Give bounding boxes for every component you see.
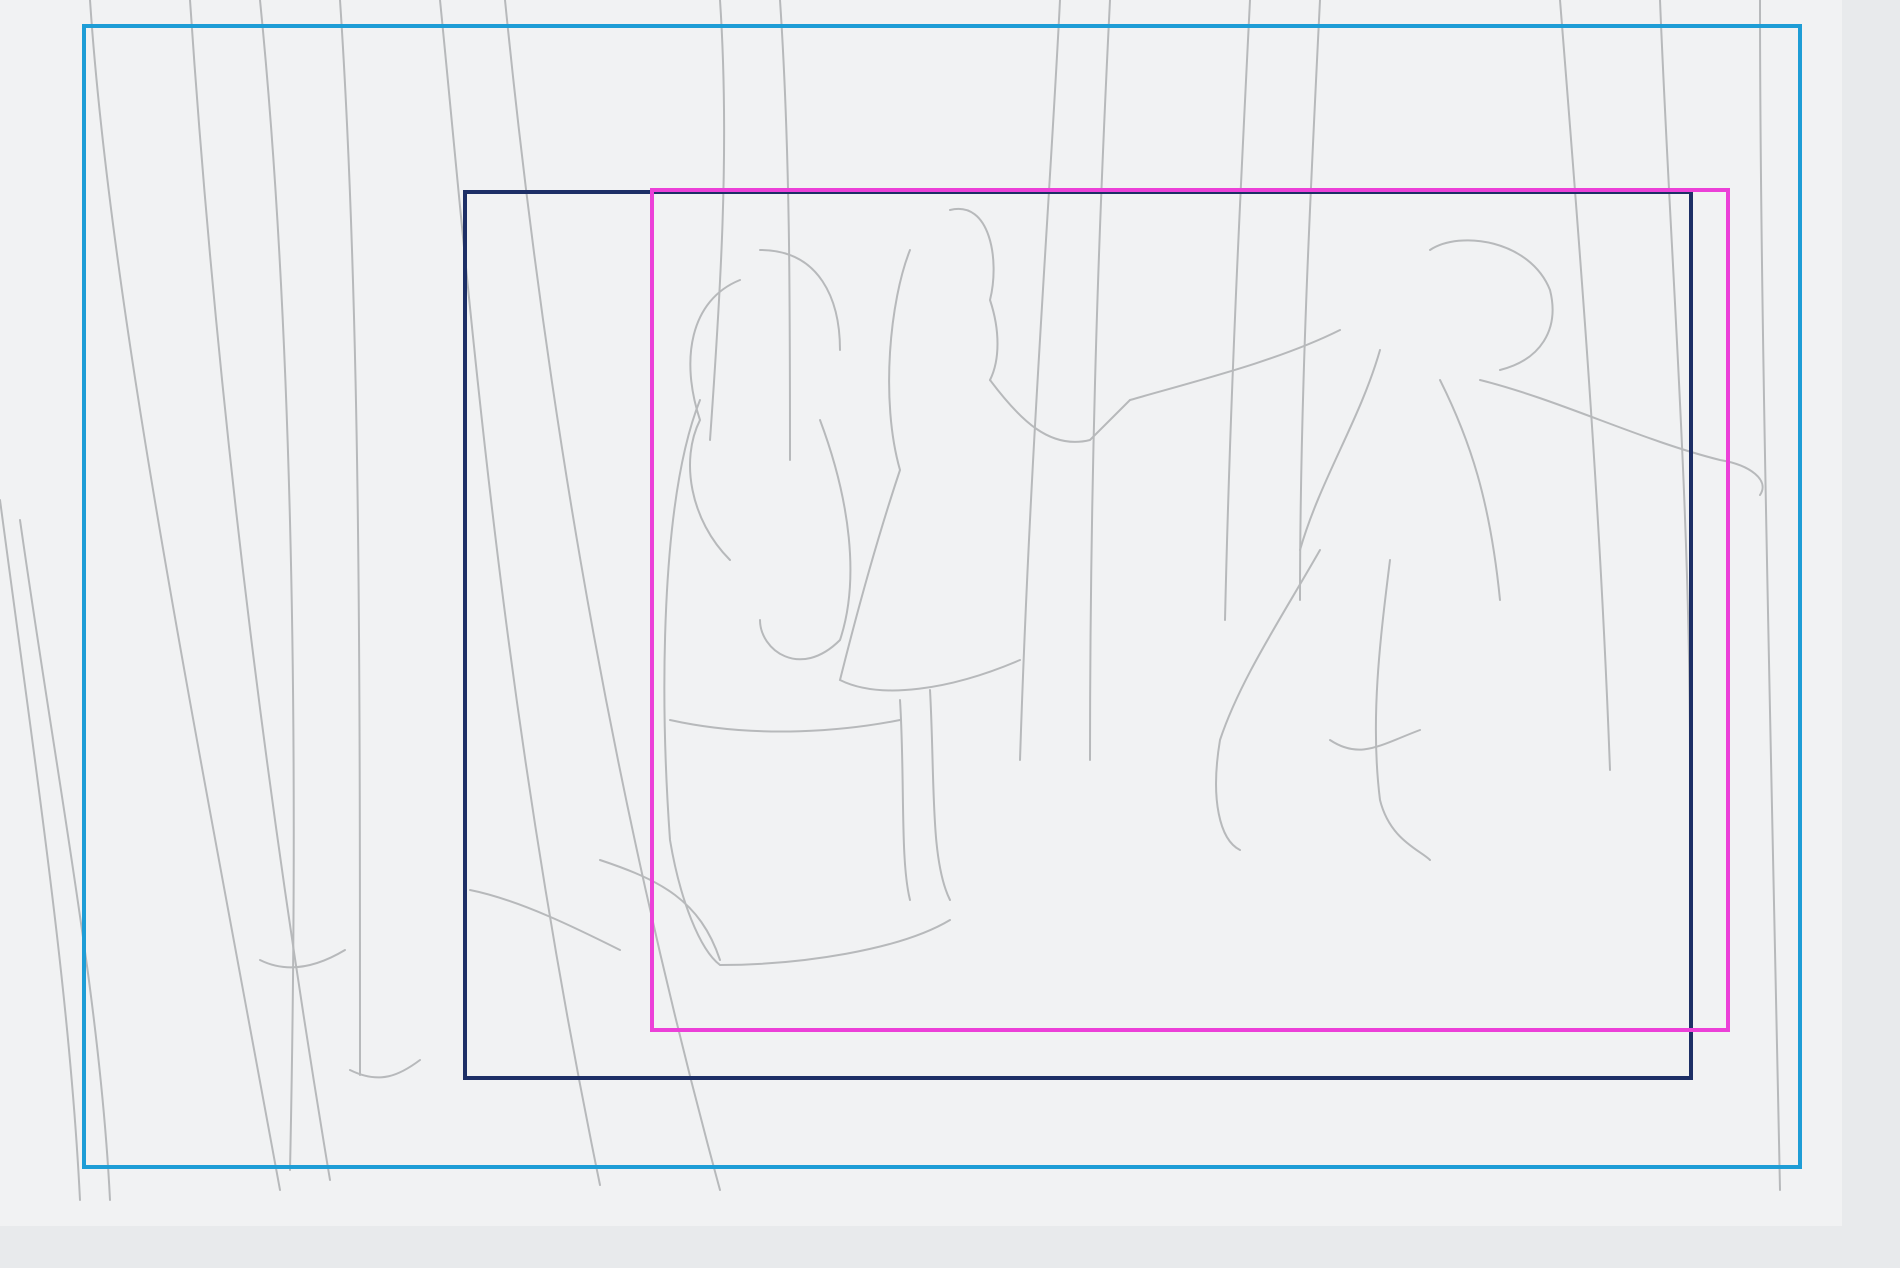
canvas (0, 0, 1900, 1268)
magenta-crop-frame (650, 188, 1730, 1032)
